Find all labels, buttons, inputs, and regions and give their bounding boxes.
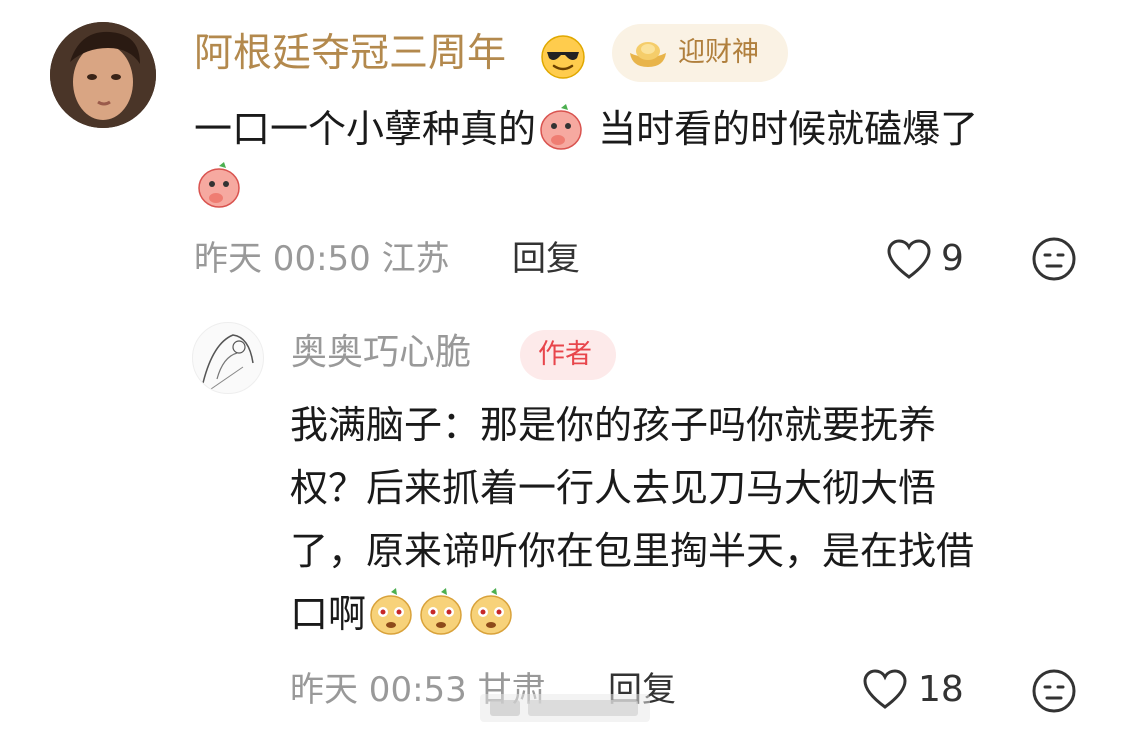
watermark xyxy=(480,690,650,726)
yellow-mascot-icon xyxy=(466,587,516,637)
like-button[interactable] xyxy=(886,238,932,284)
gold-ingot-icon xyxy=(628,37,668,73)
like-count: 18 xyxy=(918,669,964,710)
comment-meta: 昨天 00:50 江苏 xyxy=(194,237,450,281)
heart-icon xyxy=(886,238,932,284)
commenter-username[interactable]: 阿根廷夺冠三周年 xyxy=(194,30,506,78)
reply-time: 昨天 00:53 xyxy=(290,670,467,710)
neutral-face-icon[interactable] xyxy=(1031,668,1077,714)
peach-mascot-icon xyxy=(194,160,244,210)
author-badge: 作者 xyxy=(520,330,616,380)
peach-mascot-icon xyxy=(536,102,586,152)
comment-time: 昨天 00:50 xyxy=(194,239,371,279)
vip-badge[interactable]: 迎财神 xyxy=(612,24,788,82)
author-username[interactable]: 奥奥巧心脆 xyxy=(291,330,471,376)
yellow-mascot-icon xyxy=(416,587,466,637)
heart-icon xyxy=(862,668,908,714)
sunglasses-emoji-icon xyxy=(540,34,586,80)
comment-text: 一口一个小孽种真的 当时看的时候就磕爆了 xyxy=(194,100,978,158)
author-badge-label: 作者 xyxy=(538,339,592,370)
reply-text: 我满脑子：那是你的孩子吗你就要抚养 权？后来抓着一行人去见刀马大彻大悟 了，原来… xyxy=(290,403,975,637)
yellow-mascot-icon xyxy=(366,587,416,637)
neutral-face-icon[interactable] xyxy=(1031,236,1077,282)
like-count: 9 xyxy=(941,238,964,279)
vip-badge-label: 迎财神 xyxy=(678,37,759,68)
commenter-avatar[interactable] xyxy=(50,22,156,128)
comment-location: 江苏 xyxy=(381,239,450,279)
reply-button[interactable]: 回复 xyxy=(512,237,580,281)
like-button[interactable] xyxy=(862,668,908,714)
author-avatar[interactable] xyxy=(192,322,264,394)
